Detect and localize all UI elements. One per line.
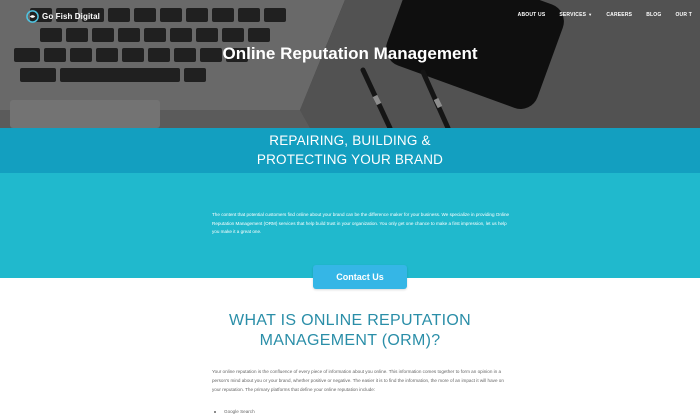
brand-name: Go Fish Digital bbox=[42, 12, 100, 21]
intro-paragraph: The content that potential customers fin… bbox=[212, 212, 510, 235]
nav-our-team[interactable]: OUR T bbox=[675, 12, 692, 18]
brand-logo[interactable]: Go Fish Digital bbox=[26, 10, 100, 23]
orm-paragraph: Your online reputation is the confluence… bbox=[212, 369, 504, 392]
section-heading-line-1: WHAT IS ONLINE REPUTATION bbox=[229, 312, 471, 329]
band-headline-line-1: REPAIRING, BUILDING & bbox=[269, 133, 431, 148]
list-item: Google Search bbox=[214, 409, 255, 414]
hero-overlay bbox=[0, 0, 700, 128]
hero-banner: Go Fish Digital ABOUT US SERVICES ▼ CAREE… bbox=[0, 0, 700, 128]
nav-services-label: SERVICES bbox=[559, 12, 587, 18]
band-headline: REPAIRING, BUILDING & PROTECTING YOUR BR… bbox=[0, 131, 700, 169]
nav-blog[interactable]: BLOG bbox=[646, 12, 661, 18]
page-title: Online Reputation Management bbox=[222, 44, 478, 63]
platform-list: Google Search bbox=[214, 409, 255, 414]
nav-services[interactable]: SERVICES ▼ bbox=[559, 12, 592, 18]
main-nav: ABOUT US SERVICES ▼ CAREERS BLOG OUR T bbox=[518, 12, 692, 18]
page: Go Fish Digital ABOUT US SERVICES ▼ CAREE… bbox=[0, 0, 700, 420]
section-heading-line-2: MANAGEMENT (ORM)? bbox=[259, 332, 441, 349]
chevron-down-icon: ▼ bbox=[588, 12, 593, 17]
section-heading: WHAT IS ONLINE REPUTATION MANAGEMENT (OR… bbox=[0, 311, 700, 351]
list-item-label: Google Search bbox=[224, 409, 255, 414]
nav-about-us[interactable]: ABOUT US bbox=[518, 12, 546, 18]
nav-careers[interactable]: CAREERS bbox=[606, 12, 632, 18]
fish-icon bbox=[26, 10, 39, 23]
contact-us-button[interactable]: Contact Us bbox=[313, 265, 407, 289]
bullet-icon bbox=[214, 410, 216, 413]
band-headline-line-2: PROTECTING YOUR BRAND bbox=[256, 152, 444, 167]
